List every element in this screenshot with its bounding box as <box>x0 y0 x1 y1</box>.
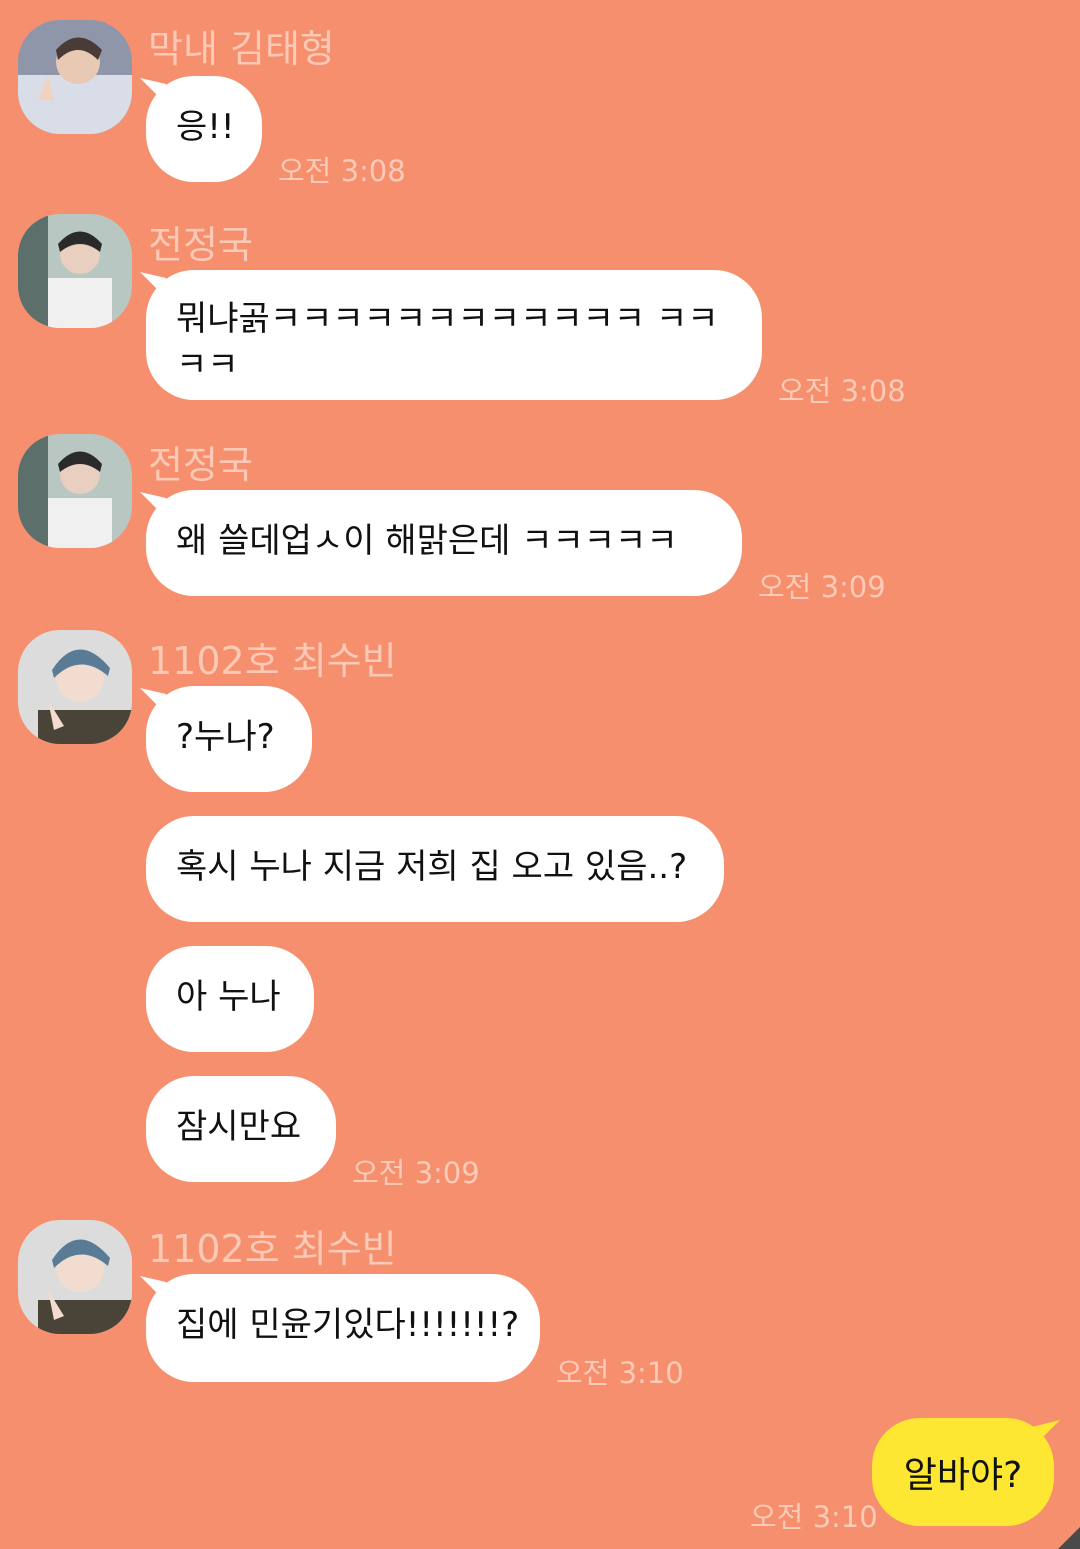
bubble-tail <box>1020 1420 1060 1450</box>
message-bubble[interactable]: 아 누나 <box>146 946 314 1052</box>
message-time: 오전 3:09 <box>352 1156 480 1190</box>
message-bubble[interactable]: 왜 쓸데업ㅅ이 해맑은데 ㅋㅋㅋㅋㅋ <box>146 490 742 596</box>
avatar[interactable] <box>18 434 132 548</box>
message-time: 오전 3:10 <box>556 1356 684 1390</box>
avatar[interactable] <box>18 630 132 744</box>
message-time: 오전 3:09 <box>758 570 886 604</box>
avatar[interactable] <box>18 1220 132 1334</box>
message-bubble[interactable]: 잠시만요 <box>146 1076 336 1182</box>
avatar[interactable] <box>18 214 132 328</box>
sender-name: 막내 김태형 <box>148 27 335 71</box>
avatar[interactable] <box>18 20 132 134</box>
my-message-time: 오전 3:10 <box>750 1500 878 1534</box>
sender-name: 1102호 최수빈 <box>148 1227 397 1271</box>
corner-mark <box>1058 1527 1080 1549</box>
message-bubble[interactable]: 뭐냐곩ㅋㅋㅋㅋㅋㅋㅋㅋㅋㅋㅋㅋ ㅋㅋㅋㅋ <box>146 270 762 400</box>
sender-name: 1102호 최수빈 <box>148 639 397 683</box>
sender-name: 전정국 <box>148 443 253 487</box>
message-time: 오전 3:08 <box>278 154 406 188</box>
message-bubble[interactable]: 혹시 누나 지금 저희 집 오고 있음..? <box>146 816 724 922</box>
message-time: 오전 3:08 <box>778 374 906 408</box>
message-bubble[interactable]: 응!! <box>146 76 262 182</box>
message-bubble[interactable]: 집에 민윤기있다!!!!!!!? <box>146 1274 540 1382</box>
message-bubble[interactable]: ?누나? <box>146 686 312 792</box>
sender-name: 전정국 <box>148 223 253 267</box>
